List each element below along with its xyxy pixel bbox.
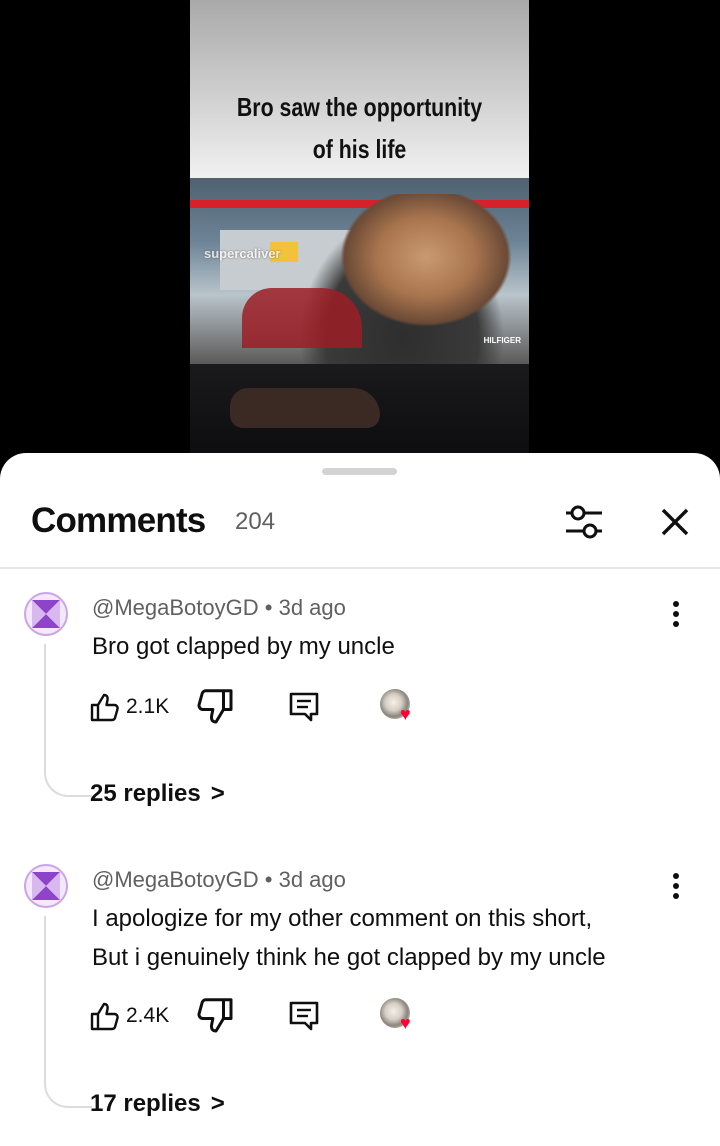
video-watermark: supercaliver <box>204 246 281 261</box>
comment-actions: 2.4K ♥ <box>88 996 448 1036</box>
comment-text: I apologize for my other comment on this… <box>92 899 682 977</box>
comment-meta: @MegaBotoyGD • 3d ago <box>92 867 346 893</box>
heart-icon: ♥ <box>400 1013 411 1033</box>
like-count: 2.1K <box>126 695 170 718</box>
like-count: 2.4K <box>126 1004 170 1027</box>
video-player[interactable]: Bro saw the opportunity of his life supe… <box>190 0 529 470</box>
comment-meta: @MegaBotoyGD • 3d ago <box>92 595 346 621</box>
reply-comment-icon <box>289 1001 319 1031</box>
more-vert-icon <box>673 873 679 899</box>
comment-text: Bro got clapped by my uncle <box>92 627 682 666</box>
avatar-icon <box>24 592 68 636</box>
comments-title: Comments <box>31 501 206 540</box>
red-shirt <box>242 288 362 348</box>
avatar-icon <box>24 864 68 908</box>
video-frame: supercaliver HILFIGER <box>190 178 529 470</box>
comment-age: 3d ago <box>278 595 346 620</box>
creator-heart-badge: ♥ <box>380 998 420 1034</box>
video-caption-line-1: Bro saw the opportunity <box>236 92 483 122</box>
drag-handle[interactable] <box>322 468 397 475</box>
reply-comment-icon <box>289 692 319 722</box>
close-icon <box>661 508 689 536</box>
chevron-right-icon: > <box>210 1090 225 1117</box>
comment-author[interactable]: @MegaBotoyGD <box>92 595 259 620</box>
comment-text-line: I apologize for my other comment on this… <box>92 905 593 932</box>
view-replies-link[interactable]: 17 replies > <box>90 1090 225 1118</box>
video-caption-line-2: of his life <box>312 134 407 164</box>
header-divider <box>0 567 720 569</box>
thumbs-down-icon <box>197 998 233 1033</box>
video-caption: Bro saw the opportunity of his life <box>221 86 499 170</box>
driver-hand <box>230 388 380 428</box>
chevron-right-icon: > <box>210 780 225 807</box>
meta-separator: • <box>264 867 279 892</box>
thread-line <box>44 916 92 1108</box>
replies-count: 25 replies <box>90 780 201 807</box>
dislike-button[interactable] <box>196 687 236 727</box>
sort-filter-button[interactable] <box>560 501 608 543</box>
thumbs-up-icon <box>90 1002 119 1031</box>
shirt-brand-text: HILFIGER <box>483 336 521 345</box>
more-vert-icon <box>673 601 679 627</box>
more-options-button[interactable] <box>664 869 688 903</box>
thumbs-down-icon <box>197 689 233 724</box>
heart-icon: ♥ <box>400 704 411 724</box>
thread-line <box>44 644 92 797</box>
close-button[interactable] <box>652 499 698 545</box>
replies-count: 17 replies <box>90 1090 201 1117</box>
more-options-button[interactable] <box>664 597 688 631</box>
comment-author[interactable]: @MegaBotoyGD <box>92 867 259 892</box>
like-button[interactable]: 2.1K <box>88 687 169 727</box>
like-button[interactable]: 2.4K <box>88 996 169 1036</box>
creator-heart-badge: ♥ <box>380 689 420 725</box>
reply-button[interactable] <box>284 996 324 1036</box>
thumbs-up-icon <box>90 693 119 722</box>
comment-text-line: But i genuinely think he got clapped by … <box>92 944 606 971</box>
comments-sheet: Comments 204 @MegaBotoyGD • 3d ago Bro g… <box>0 453 720 1146</box>
avatar[interactable] <box>24 592 68 636</box>
comment-text-line: Bro got clapped by my uncle <box>92 633 395 660</box>
comment-actions: 2.1K ♥ <box>88 687 448 727</box>
reply-button[interactable] <box>284 687 324 727</box>
dislike-button[interactable] <box>196 996 236 1036</box>
view-replies-link[interactable]: 25 replies > <box>90 780 225 808</box>
sliders-icon <box>566 505 602 539</box>
comments-count: 204 <box>235 508 276 535</box>
comment-age: 3d ago <box>278 867 346 892</box>
avatar[interactable] <box>24 864 68 908</box>
meta-separator: • <box>264 595 279 620</box>
